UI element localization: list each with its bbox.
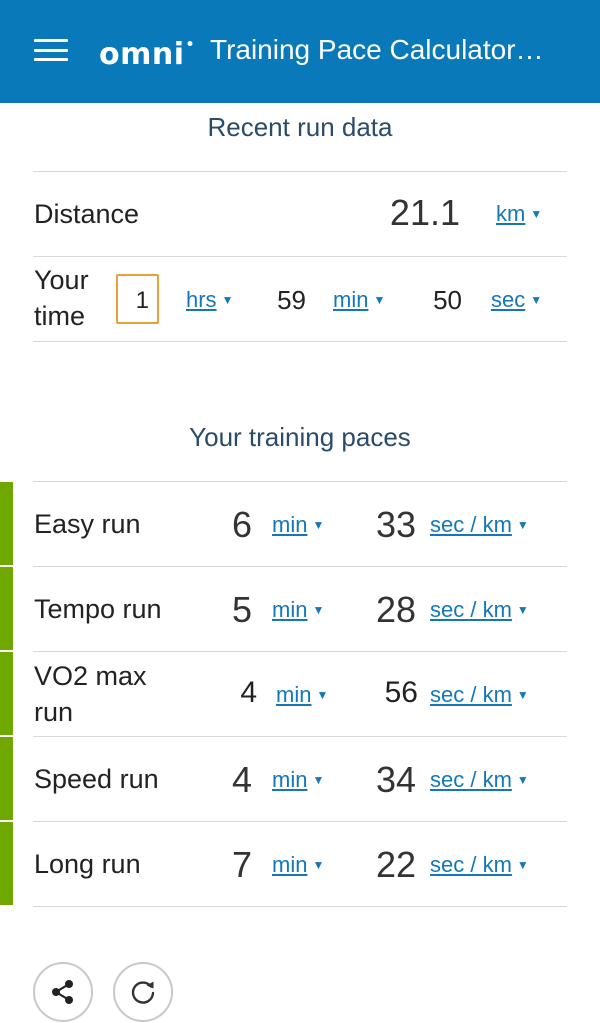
share-icon	[52, 980, 73, 1004]
long-run-min-unit-select[interactable]: min ▼	[272, 852, 324, 878]
easy-run-min-value[interactable]: 6	[200, 504, 252, 546]
divider	[33, 566, 567, 567]
tempo-run-sec-value[interactable]: 28	[360, 589, 416, 631]
vo2-max-run-sec-unit-select[interactable]: sec / km ▼	[430, 682, 529, 708]
reload-icon	[131, 981, 155, 1004]
speed-run-min-unit-select[interactable]: min ▼	[272, 767, 324, 793]
easy-run-sec-unit-select[interactable]: sec / km ▼	[430, 512, 529, 538]
recent-run-heading: Recent run data	[207, 112, 393, 142]
reload-button[interactable]	[113, 962, 173, 1022]
easy-run-min-unit-select[interactable]: min ▼	[272, 512, 324, 538]
vo2-max-run-sec-value[interactable]: 56	[362, 676, 418, 710]
your-time-label: Your time	[34, 265, 89, 331]
page-title: Training Pace Calculator…	[210, 34, 544, 65]
seconds-unit-select[interactable]: sec ▼	[491, 287, 542, 313]
minutes-unit-select[interactable]: min ▼	[333, 287, 385, 313]
vo2-max-run-min-unit-select[interactable]: min ▼	[276, 682, 328, 708]
seconds-input[interactable]: 50	[414, 285, 462, 316]
training-paces-heading: Your training paces	[189, 422, 411, 452]
long-run-min-value[interactable]: 7	[200, 844, 252, 886]
vo2-max-run-label: VO2 max run	[34, 661, 147, 727]
divider	[33, 256, 567, 257]
tempo-run-sec-unit-select[interactable]: sec / km ▼	[430, 597, 529, 623]
speed-run-min-value[interactable]: 4	[200, 759, 252, 801]
tempo-run-label: Tempo run	[34, 594, 162, 624]
divider	[33, 341, 567, 342]
long-run-sec-unit-select[interactable]: sec / km ▼	[430, 852, 529, 878]
divider	[33, 651, 567, 652]
speed-run-sec-unit-select[interactable]: sec / km ▼	[430, 767, 529, 793]
divider	[33, 171, 567, 172]
divider	[33, 736, 567, 737]
pace-row-indicator	[0, 822, 13, 905]
pace-row-indicator	[0, 482, 13, 565]
divider	[33, 821, 567, 822]
minutes-input[interactable]: 59	[258, 285, 306, 316]
hours-input[interactable]: 1	[116, 274, 159, 324]
long-run-sec-value[interactable]: 22	[360, 844, 416, 886]
divider	[33, 906, 567, 907]
hamburger-menu-icon[interactable]	[34, 39, 68, 61]
tempo-run-min-unit-select[interactable]: min ▼	[272, 597, 324, 623]
pace-row-indicator	[0, 567, 13, 650]
speed-run-label: Speed run	[34, 764, 159, 794]
distance-input[interactable]: 21.1	[360, 192, 460, 234]
divider	[33, 481, 567, 482]
omni-logo[interactable]: omni•	[99, 31, 195, 73]
pace-row-indicator	[0, 737, 13, 820]
distance-label: Distance	[34, 199, 140, 229]
distance-unit-select[interactable]: km ▼	[496, 201, 542, 227]
vo2-max-run-min-value[interactable]: 4	[205, 676, 257, 710]
share-button[interactable]	[33, 962, 93, 1022]
pace-row-indicator	[0, 652, 13, 735]
easy-run-sec-value[interactable]: 33	[360, 504, 416, 546]
long-run-label: Long run	[34, 849, 141, 879]
tempo-run-min-value[interactable]: 5	[200, 589, 252, 631]
easy-run-label: Easy run	[34, 509, 141, 539]
app-header: omni• Training Pace Calculator…	[0, 0, 600, 103]
speed-run-sec-value[interactable]: 34	[360, 759, 416, 801]
hours-unit-select[interactable]: hrs ▼	[186, 287, 233, 313]
